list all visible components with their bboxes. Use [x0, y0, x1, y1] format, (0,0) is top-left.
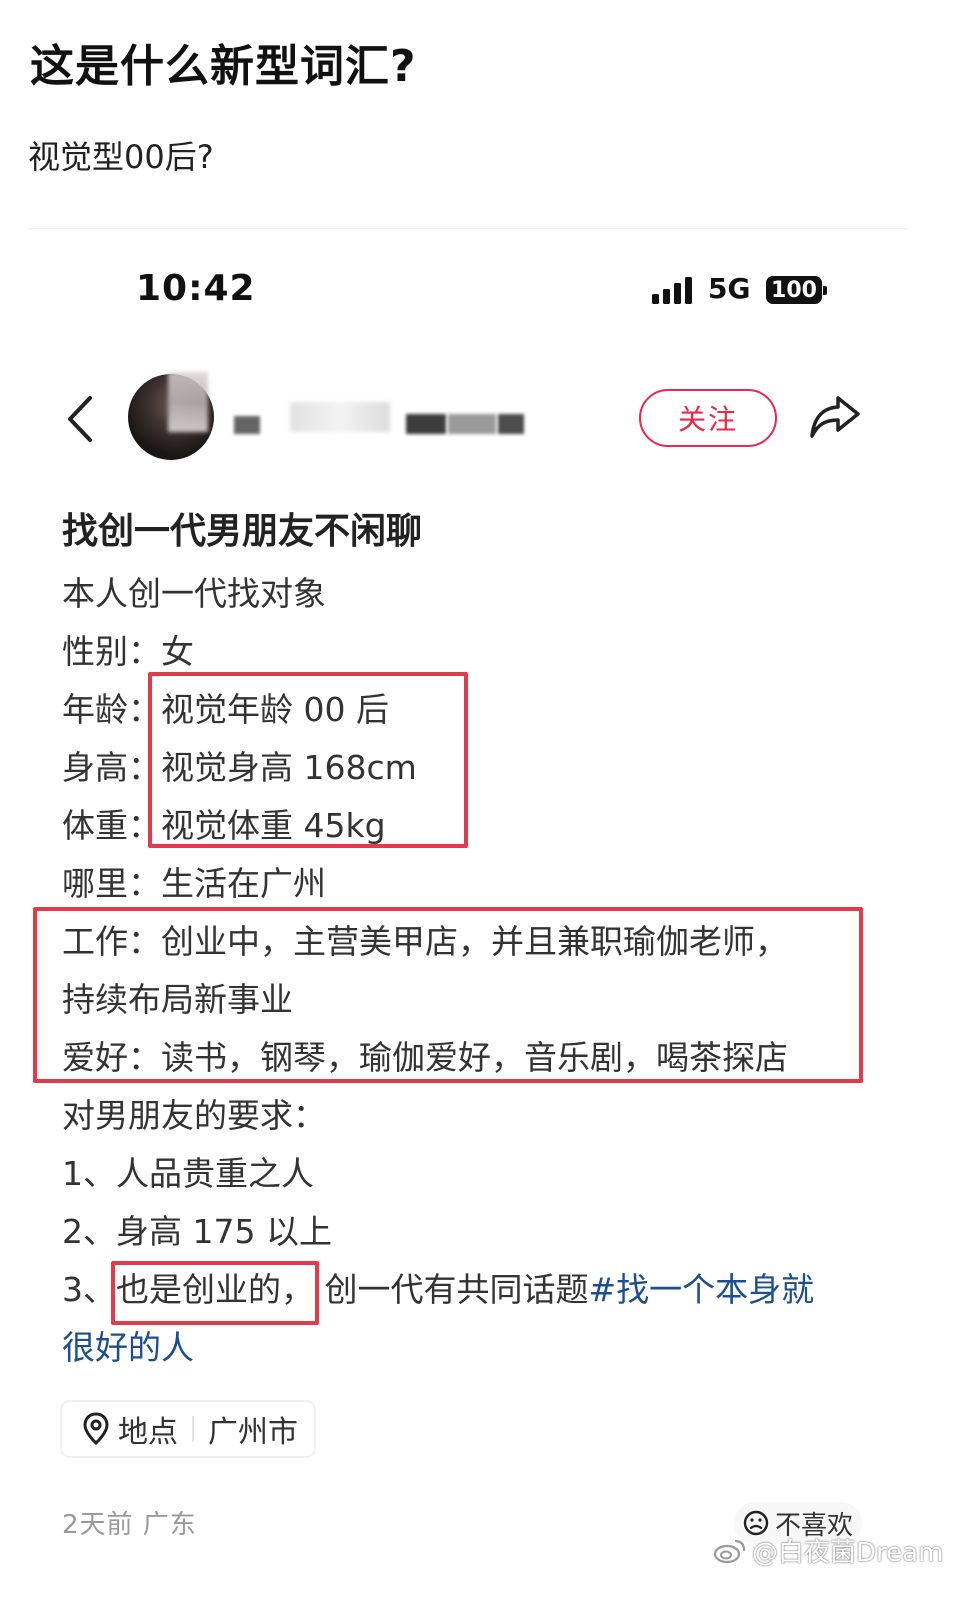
note-line: 本人创一代找对象 — [62, 574, 326, 613]
hashtag-link[interactable]: 很好的人 — [62, 1326, 194, 1370]
post-meta: 2天前 广东 — [62, 1510, 197, 1540]
weibo-logo-icon — [713, 1539, 746, 1563]
post-title: 这是什么新型词汇? — [30, 41, 417, 92]
note-line: 1、人品贵重之人 — [62, 1154, 314, 1193]
note-line: 对男朋友的要求： — [62, 1096, 326, 1135]
share-icon[interactable] — [808, 392, 862, 442]
username-mosaic — [448, 414, 496, 434]
battery-badge: 100 — [766, 276, 822, 304]
note-line: 2、身高 175 以上 — [62, 1212, 332, 1251]
note-line: 哪里：生活在广州 — [62, 864, 326, 903]
username-mosaic — [498, 414, 524, 434]
note-line: 性别：女 — [62, 632, 194, 671]
note-title: 找创一代男朋友不闲聊 — [62, 511, 423, 552]
username-mosaic — [406, 414, 446, 434]
divider — [192, 1416, 194, 1442]
signal-bars-icon — [652, 277, 692, 304]
battery-nub — [823, 286, 827, 295]
highlight-box — [33, 907, 863, 1083]
location-chip[interactable]: 地点 广州市 — [60, 1400, 316, 1458]
highlight-box — [148, 672, 468, 848]
hashtag-link[interactable]: #找一个本身就 — [589, 1270, 815, 1309]
location-pin-icon — [83, 1412, 109, 1446]
watermark-text: @白夜菌Dream — [752, 1538, 944, 1568]
line-prefix: 3、 — [62, 1270, 116, 1309]
chevron-left-icon[interactable] — [62, 394, 98, 444]
location-label: 地点 — [118, 1415, 178, 1450]
network-label: 5G — [708, 272, 751, 305]
location-city: 广州市 — [208, 1415, 298, 1450]
username-mosaic — [234, 416, 260, 434]
avatar-mosaic — [168, 372, 208, 432]
line-text: 创一代有共同话题 — [324, 1270, 589, 1309]
status-time: 10:42 — [136, 268, 256, 309]
highlight-box — [111, 1261, 319, 1325]
post-subtitle: 视觉型00后? — [28, 138, 214, 176]
username-mosaic — [290, 402, 390, 432]
follow-button[interactable]: 关注 — [639, 389, 777, 447]
watermark: @白夜菌Dream — [712, 1532, 943, 1569]
